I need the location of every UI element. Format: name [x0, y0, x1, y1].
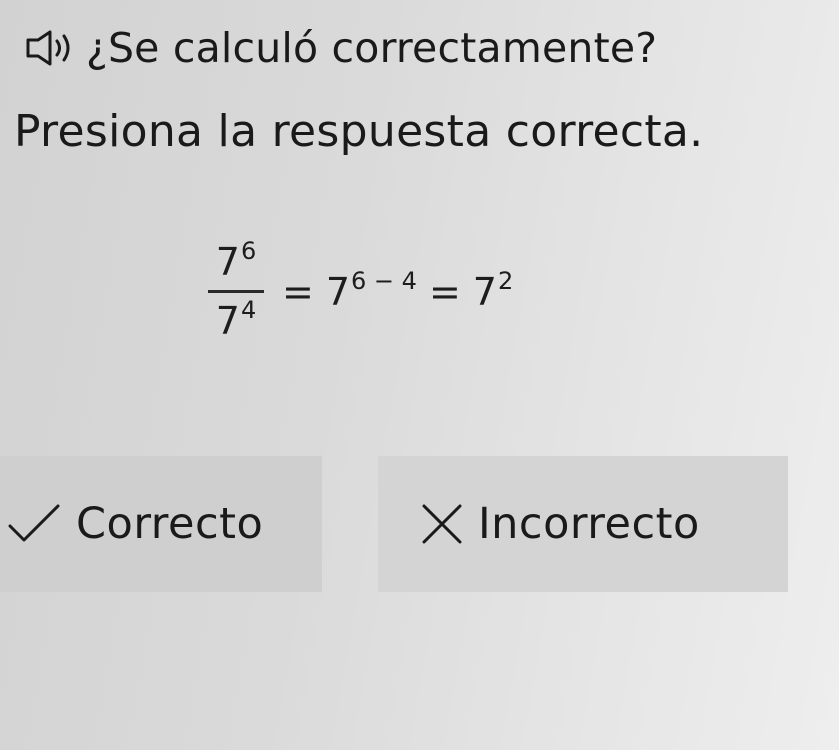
correct-answer-button[interactable]: Correcto	[0, 456, 322, 592]
middle-base: 7	[325, 269, 351, 314]
fraction-numerator: 76	[212, 237, 260, 290]
middle-power: 76 − 4	[325, 266, 417, 314]
result-power: 72	[472, 266, 514, 314]
denominator-base: 7	[215, 299, 240, 343]
result-base: 7	[472, 269, 497, 314]
correct-answer-label: Correcto	[76, 499, 264, 549]
equals-sign: =	[282, 269, 314, 314]
denominator-exponent: 4	[240, 296, 257, 324]
incorrect-answer-label: Incorrecto	[478, 499, 700, 549]
speaker-icon[interactable]	[22, 25, 84, 71]
middle-exponent: 6 − 4	[351, 266, 417, 295]
numerator-base: 7	[215, 240, 240, 284]
instruction-text: Presiona la respuesta correcta.	[14, 106, 704, 157]
fraction-denominator: 74	[212, 293, 260, 343]
result-exponent: 2	[497, 266, 514, 295]
check-icon	[6, 502, 64, 546]
incorrect-answer-button[interactable]: Incorrecto	[378, 456, 788, 592]
x-icon	[418, 500, 466, 548]
equation: 76 74 = 76 − 4 = 72	[208, 237, 514, 343]
fraction: 76 74	[208, 237, 264, 343]
question-row: ¿Se calculó correctamente?	[22, 24, 657, 72]
numerator-exponent: 6	[240, 237, 257, 265]
equals-sign-2: =	[428, 269, 461, 314]
question-text: ¿Se calculó correctamente?	[86, 24, 658, 72]
